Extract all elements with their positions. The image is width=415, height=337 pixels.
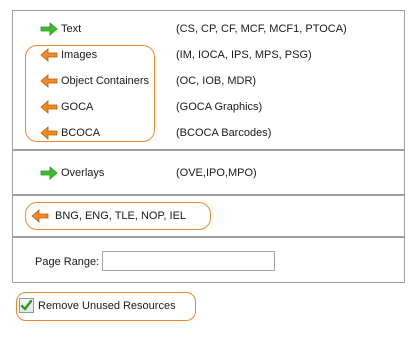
resource-label: GOCA xyxy=(61,101,94,113)
orange-arrow-left-icon xyxy=(40,126,58,140)
resource-desc: (OC, IOB, MDR) xyxy=(176,75,257,87)
resource-label: Overlays xyxy=(61,167,105,179)
orange-arrow-left-icon xyxy=(31,209,49,223)
page-range-panel: Page Range: xyxy=(12,237,405,283)
resource-desc: (GOCA Graphics) xyxy=(176,101,263,113)
resource-label: Text xyxy=(61,23,82,35)
resource-row-images[interactable]: Images (IM, IOCA, IPS, MPS, PSG) xyxy=(13,45,404,65)
orange-arrow-left-icon xyxy=(40,100,58,114)
checkbox-box[interactable] xyxy=(19,298,34,313)
resource-label: Object Containers xyxy=(61,75,150,87)
resource-types-panel: Text (CS, CP, CF, MCF, MCF1, PTOCA) Imag… xyxy=(12,10,405,150)
resource-row-overlays[interactable]: Overlays (OVE,IPO,MPO) xyxy=(13,163,404,183)
resource-row-goca[interactable]: GOCA (GOCA Graphics) xyxy=(13,97,404,117)
remove-unused-label: Remove Unused Resources xyxy=(38,299,176,312)
green-arrow-right-icon xyxy=(40,22,58,36)
records-panel: BNG, ENG, TLE, NOP, IEL xyxy=(12,195,405,237)
resource-label: BCOCA xyxy=(61,127,101,139)
resource-desc: (CS, CP, CF, MCF, MCF1, PTOCA) xyxy=(176,23,347,35)
remove-unused-checkbox[interactable]: Remove Unused Resources xyxy=(19,298,176,313)
resource-row-object-containers[interactable]: Object Containers (OC, IOB, MDR) xyxy=(13,71,404,91)
orange-arrow-left-icon xyxy=(40,74,58,88)
resource-label: Images xyxy=(61,49,98,61)
orange-arrow-left-icon xyxy=(40,48,58,62)
resource-desc: (OVE,IPO,MPO) xyxy=(176,167,257,179)
page-range-label: Page Range: xyxy=(35,256,100,268)
green-arrow-right-icon xyxy=(40,166,58,180)
resource-desc: (BCOCA Barcodes) xyxy=(176,127,272,139)
resource-desc: (IM, IOCA, IPS, MPS, PSG) xyxy=(176,49,312,61)
records-row[interactable]: BNG, ENG, TLE, NOP, IEL xyxy=(31,206,186,226)
records-label: BNG, ENG, TLE, NOP, IEL xyxy=(55,210,187,222)
resource-row-text[interactable]: Text (CS, CP, CF, MCF, MCF1, PTOCA) xyxy=(13,19,404,39)
resource-row-bcoca[interactable]: BCOCA (BCOCA Barcodes) xyxy=(13,123,404,143)
page-range-input[interactable] xyxy=(102,251,275,271)
checkmark-icon xyxy=(20,299,33,311)
overlays-panel: Overlays (OVE,IPO,MPO) xyxy=(12,150,405,195)
